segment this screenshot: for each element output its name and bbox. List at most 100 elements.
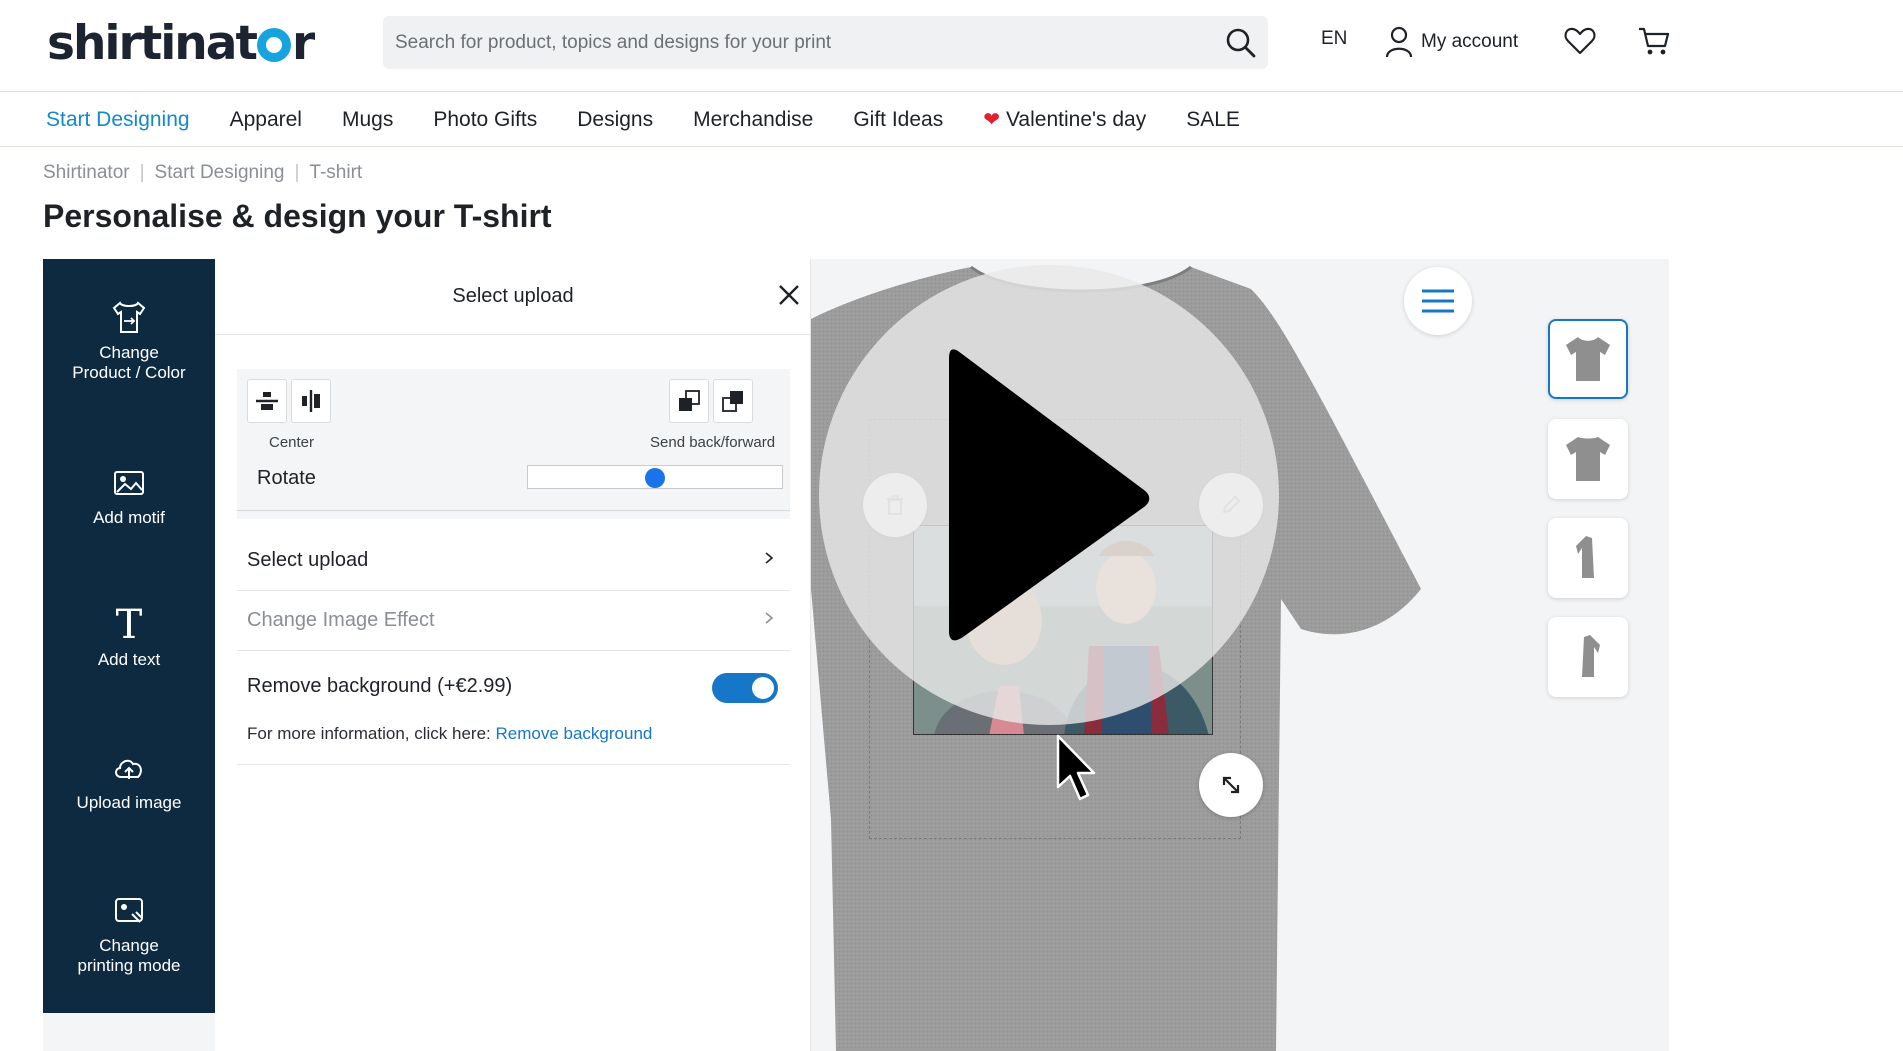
breadcrumb-separator: |: [294, 162, 300, 183]
send-back-forward-label: Send back/forward: [650, 434, 776, 451]
change-image-effect-label: Change Image Effect: [247, 609, 435, 631]
view-back-thumbnail[interactable]: [1548, 419, 1628, 499]
change-image-effect-row[interactable]: Change Image Effect: [237, 591, 790, 651]
wishlist-heart-icon[interactable]: [1563, 24, 1597, 58]
nav-valentines-day[interactable]: ❤ Valentine's day: [983, 107, 1146, 132]
center-vertical-button[interactable]: [291, 379, 331, 423]
align-center-vertical-icon: [302, 390, 320, 412]
image-icon: [114, 471, 144, 495]
breadcrumb-item: T-shirt: [309, 162, 363, 183]
rotate-label: Rotate: [257, 467, 316, 489]
design-canvas[interactable]: [811, 259, 1669, 1051]
divider: [237, 510, 790, 511]
trash-icon: [887, 495, 903, 515]
panel-header: Select upload: [215, 259, 811, 335]
center-label: Center: [269, 434, 315, 451]
add-motif-button[interactable]: Add motif: [43, 464, 215, 528]
search-icon[interactable]: [1224, 26, 1258, 60]
center-horizontal-button[interactable]: [247, 379, 287, 423]
view-right-sleeve-thumbnail[interactable]: [1548, 617, 1628, 697]
remove-background-link[interactable]: Remove background: [495, 724, 652, 743]
cloud-upload-icon: [115, 759, 142, 779]
upload-settings-panel: Select upload Center Send back/forward R…: [215, 259, 811, 1051]
remove-background-row: Remove background (+€2.99): [237, 651, 790, 711]
bring-forward-icon: [722, 391, 743, 412]
remove-background-toggle[interactable]: [712, 673, 778, 703]
pencil-icon: [1222, 495, 1241, 514]
rotate-slider-thumb[interactable]: [645, 468, 665, 488]
heart-icon: ❤: [983, 109, 1000, 131]
divider: [237, 764, 790, 765]
search-input[interactable]: [383, 16, 1203, 69]
upload-image-button[interactable]: Upload image: [43, 749, 215, 813]
my-account-label: My account: [1421, 31, 1519, 52]
nav-merchandise[interactable]: Merchandise: [693, 107, 813, 132]
tshirt-front-icon: [1566, 337, 1610, 381]
tool-label: Upload image: [76, 793, 182, 812]
uploaded-photo[interactable]: [913, 525, 1213, 735]
select-upload-label: Select upload: [247, 549, 369, 571]
tshirt-side-icon: [1576, 536, 1594, 578]
nav-apparel[interactable]: Apparel: [230, 107, 302, 132]
alignment-tools: Center Send back/forward Rotate: [237, 369, 790, 519]
main-navigation: Start Designing Apparel Mugs Photo Gifts…: [0, 93, 1903, 147]
tool-label: printing mode: [77, 956, 181, 975]
user-icon: [1385, 26, 1413, 58]
nav-start-designing[interactable]: Start Designing: [46, 107, 190, 132]
tool-label: Change: [99, 343, 159, 362]
send-back-button[interactable]: [669, 379, 709, 423]
hamburger-menu-icon: [1422, 289, 1454, 313]
print-mode-icon: [115, 898, 143, 923]
breadcrumb-item[interactable]: Shirtinator: [43, 162, 130, 184]
cart-icon[interactable]: [1637, 24, 1671, 58]
nav-valentines-label: Valentine's day: [1005, 107, 1147, 131]
send-backward-icon: [679, 390, 700, 411]
chevron-right-icon: [765, 612, 774, 624]
bring-forward-button[interactable]: [713, 379, 753, 423]
change-printing-mode-button[interactable]: Change printing mode: [43, 892, 215, 976]
designer-toolbar: Change Product / Color Add motif T Add t…: [43, 259, 215, 1013]
breadcrumb-separator: |: [139, 162, 145, 183]
tool-label: Add motif: [93, 508, 165, 527]
page-title: Personalise & design your T-shirt: [43, 198, 552, 234]
resize-element-button[interactable]: [1199, 753, 1263, 817]
tool-label: Product / Color: [72, 363, 186, 382]
tshirt-side-icon: [1582, 635, 1600, 677]
breadcrumb-item[interactable]: Start Designing: [155, 162, 285, 184]
language-selector[interactable]: EN: [1321, 28, 1347, 50]
align-center-horizontal-icon: [256, 392, 278, 410]
panel-title: Select upload: [452, 285, 574, 307]
nav-gift-ideas[interactable]: Gift Ideas: [853, 107, 943, 132]
site-header: shirtinatr EN My account: [0, 0, 1903, 92]
nav-photo-gifts[interactable]: Photo Gifts: [433, 107, 537, 132]
add-text-button[interactable]: T Add text: [43, 602, 215, 670]
tool-label: Change: [99, 936, 159, 955]
my-account-link[interactable]: My account: [1385, 22, 1518, 62]
delete-element-button[interactable]: [863, 473, 927, 537]
remove-background-info: For more information, click here: Remove…: [247, 724, 652, 744]
view-front-thumbnail[interactable]: [1548, 319, 1628, 399]
chevron-right-icon: [765, 552, 774, 564]
search-bar: [383, 16, 1268, 69]
close-icon[interactable]: [775, 281, 803, 309]
info-text: For more information, click here:: [247, 724, 491, 743]
breadcrumb: Shirtinator | Start Designing | T-shirt: [43, 162, 362, 184]
view-left-sleeve-thumbnail[interactable]: [1548, 518, 1628, 598]
shirt-swap-icon: [112, 301, 146, 333]
remove-background-label: Remove background (+€2.99): [247, 675, 513, 697]
nav-mugs[interactable]: Mugs: [342, 107, 393, 132]
tool-label: Add text: [97, 650, 161, 669]
family-photo-image: [914, 526, 1212, 734]
resize-arrows-icon: [1222, 776, 1240, 794]
select-upload-row[interactable]: Select upload: [237, 531, 790, 591]
text-icon: T: [115, 602, 143, 648]
nav-sale[interactable]: SALE: [1186, 107, 1240, 132]
edit-element-button[interactable]: [1199, 473, 1263, 537]
change-product-color-button[interactable]: Change Product / Color: [43, 299, 215, 383]
nav-designs[interactable]: Designs: [577, 107, 653, 132]
canvas-menu-button[interactable]: [1404, 267, 1472, 335]
shirtinator-logo[interactable]: shirtinat r: [47, 16, 315, 71]
rotate-slider[interactable]: [527, 465, 783, 489]
tshirt-back-icon: [1566, 437, 1610, 481]
toolbar-footer: [43, 1013, 215, 1051]
